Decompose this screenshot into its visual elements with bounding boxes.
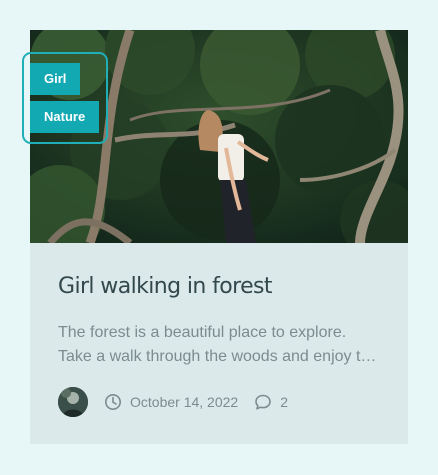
post-featured-image[interactable] [30,30,408,243]
post-date[interactable]: October 14, 2022 [104,393,238,411]
post-date-text: October 14, 2022 [130,394,239,410]
post-comments-count: 2 [280,394,288,410]
author-avatar[interactable] [58,387,88,417]
tag-girl[interactable]: Girl [30,63,81,95]
comment-icon [255,394,271,410]
post-meta: October 14, 2022 2 [58,386,288,418]
post-card: Girl Nature Girl walking in forest The f… [22,30,408,444]
post-excerpt: The forest is a beautiful place to explo… [58,321,382,369]
tag-nature[interactable]: Nature [30,101,100,133]
post-title[interactable]: Girl walking in forest [58,274,272,299]
post-comments[interactable]: 2 [254,393,288,411]
excerpt-line: Take a walk through the woods and enjoy … [58,348,382,365]
excerpt-line: The forest is a beautiful place to explo… [58,324,347,341]
clock-icon [105,394,121,410]
